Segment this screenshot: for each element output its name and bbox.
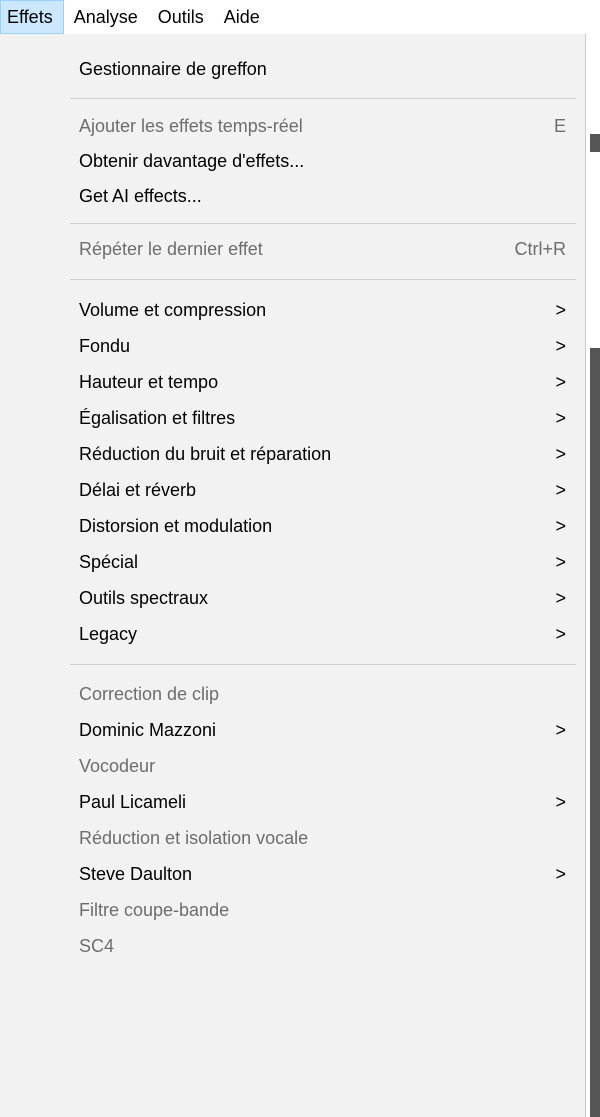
menu-item-label: Dominic Mazzoni [79, 719, 217, 740]
menu-item-fondu[interactable]: Fondu > [0, 328, 586, 364]
menu-item-label: Réduction du bruit et réparation [79, 443, 332, 464]
menu-item-label: Gestionnaire de greffon [79, 58, 267, 79]
menu-item-volume-compression[interactable]: Volume et compression > [0, 292, 586, 328]
submenu-arrow-icon: > [555, 587, 566, 608]
menu-item-clip-fix[interactable]: Correction de clip [0, 676, 586, 712]
menu-item-label: SC4 [79, 935, 115, 956]
menu-item-label: Ajouter les effets temps-réel [79, 115, 303, 136]
menu-item-label: Outils spectraux [79, 587, 209, 608]
menu-item-get-more-effects[interactable]: Obtenir davantage d'effets... [0, 143, 586, 179]
menu-effets[interactable]: Effets [0, 0, 64, 34]
menu-separator [70, 98, 576, 99]
menu-item-label: Get AI effects... [79, 185, 202, 206]
menu-separator [70, 664, 576, 665]
menu-item-label: Obtenir davantage d'effets... [79, 150, 305, 171]
menu-separator [70, 223, 576, 224]
menu-item-add-realtime-effects[interactable]: Ajouter les effets temps-réel E [0, 108, 586, 144]
menu-item-shortcut: E [553, 115, 566, 136]
effects-dropdown-menu: Gestionnaire de greffon Ajouter les effe… [0, 34, 586, 1117]
menu-item-vocal-reduction[interactable]: Réduction et isolation vocale [0, 820, 586, 856]
menu-separator [70, 279, 576, 280]
menu-item-pitch-tempo[interactable]: Hauteur et tempo > [0, 364, 586, 400]
menu-item-delay-reverb[interactable]: Délai et réverb > [0, 472, 586, 508]
menu-item-get-ai-effects[interactable]: Get AI effects... [0, 178, 586, 214]
menu-item-label: Fondu [79, 335, 131, 356]
menu-item-eq-filters[interactable]: Égalisation et filtres > [0, 400, 586, 436]
menu-item-sc4[interactable]: SC4 [0, 928, 586, 964]
submenu-arrow-icon: > [555, 479, 566, 500]
menu-item-distortion-modulation[interactable]: Distorsion et modulation > [0, 508, 586, 544]
menu-bar: Effets Analyse Outils Aide [0, 0, 600, 34]
menu-outils[interactable]: Outils [148, 0, 214, 34]
submenu-arrow-icon: > [555, 335, 566, 356]
submenu-arrow-icon: > [555, 371, 566, 392]
menu-item-special[interactable]: Spécial > [0, 544, 586, 580]
menu-item-label: Vocodeur [79, 755, 156, 776]
submenu-arrow-icon: > [555, 623, 566, 644]
menu-item-shortcut: Ctrl+R [514, 238, 566, 259]
background-window-edge [590, 348, 600, 1117]
menu-item-label: Réduction et isolation vocale [79, 827, 309, 848]
menu-item-label: Steve Daulton [79, 863, 193, 884]
submenu-arrow-icon: > [555, 863, 566, 884]
menu-item-label: Volume et compression [79, 299, 267, 320]
menu-item-label: Spécial [79, 551, 139, 572]
menu-item-spectral-tools[interactable]: Outils spectraux > [0, 580, 586, 616]
menu-item-label: Répéter le dernier effet [79, 238, 263, 259]
menu-item-label: Paul Licameli [79, 791, 187, 812]
submenu-arrow-icon: > [555, 791, 566, 812]
menu-item-label: Legacy [79, 623, 138, 644]
submenu-arrow-icon: > [555, 719, 566, 740]
menu-item-steve-daulton[interactable]: Steve Daulton > [0, 856, 586, 892]
menu-item-vocoder[interactable]: Vocodeur [0, 748, 586, 784]
menu-item-paul-licameli[interactable]: Paul Licameli > [0, 784, 586, 820]
menu-item-label: Distorsion et modulation [79, 515, 273, 536]
menu-item-label: Délai et réverb [79, 479, 197, 500]
menu-item-dominic-mazzoni[interactable]: Dominic Mazzoni > [0, 712, 586, 748]
menu-aide[interactable]: Aide [214, 0, 270, 34]
menu-item-notch-filter[interactable]: Filtre coupe-bande [0, 892, 586, 928]
menu-analyse[interactable]: Analyse [64, 0, 148, 34]
submenu-arrow-icon: > [555, 299, 566, 320]
menu-item-label: Correction de clip [79, 683, 220, 704]
background-window-edge [590, 134, 600, 152]
menu-item-repeat-last-effect[interactable]: Répéter le dernier effet Ctrl+R [0, 231, 586, 267]
menu-item-label: Égalisation et filtres [79, 407, 236, 428]
menu-item-noise-repair[interactable]: Réduction du bruit et réparation > [0, 436, 586, 472]
submenu-arrow-icon: > [555, 515, 566, 536]
menu-item-legacy[interactable]: Legacy > [0, 616, 586, 652]
submenu-arrow-icon: > [555, 407, 566, 428]
submenu-arrow-icon: > [555, 551, 566, 572]
menu-item-label: Hauteur et tempo [79, 371, 219, 392]
menu-item-plugin-manager[interactable]: Gestionnaire de greffon [0, 51, 586, 87]
menu-item-label: Filtre coupe-bande [79, 899, 230, 920]
submenu-arrow-icon: > [555, 443, 566, 464]
